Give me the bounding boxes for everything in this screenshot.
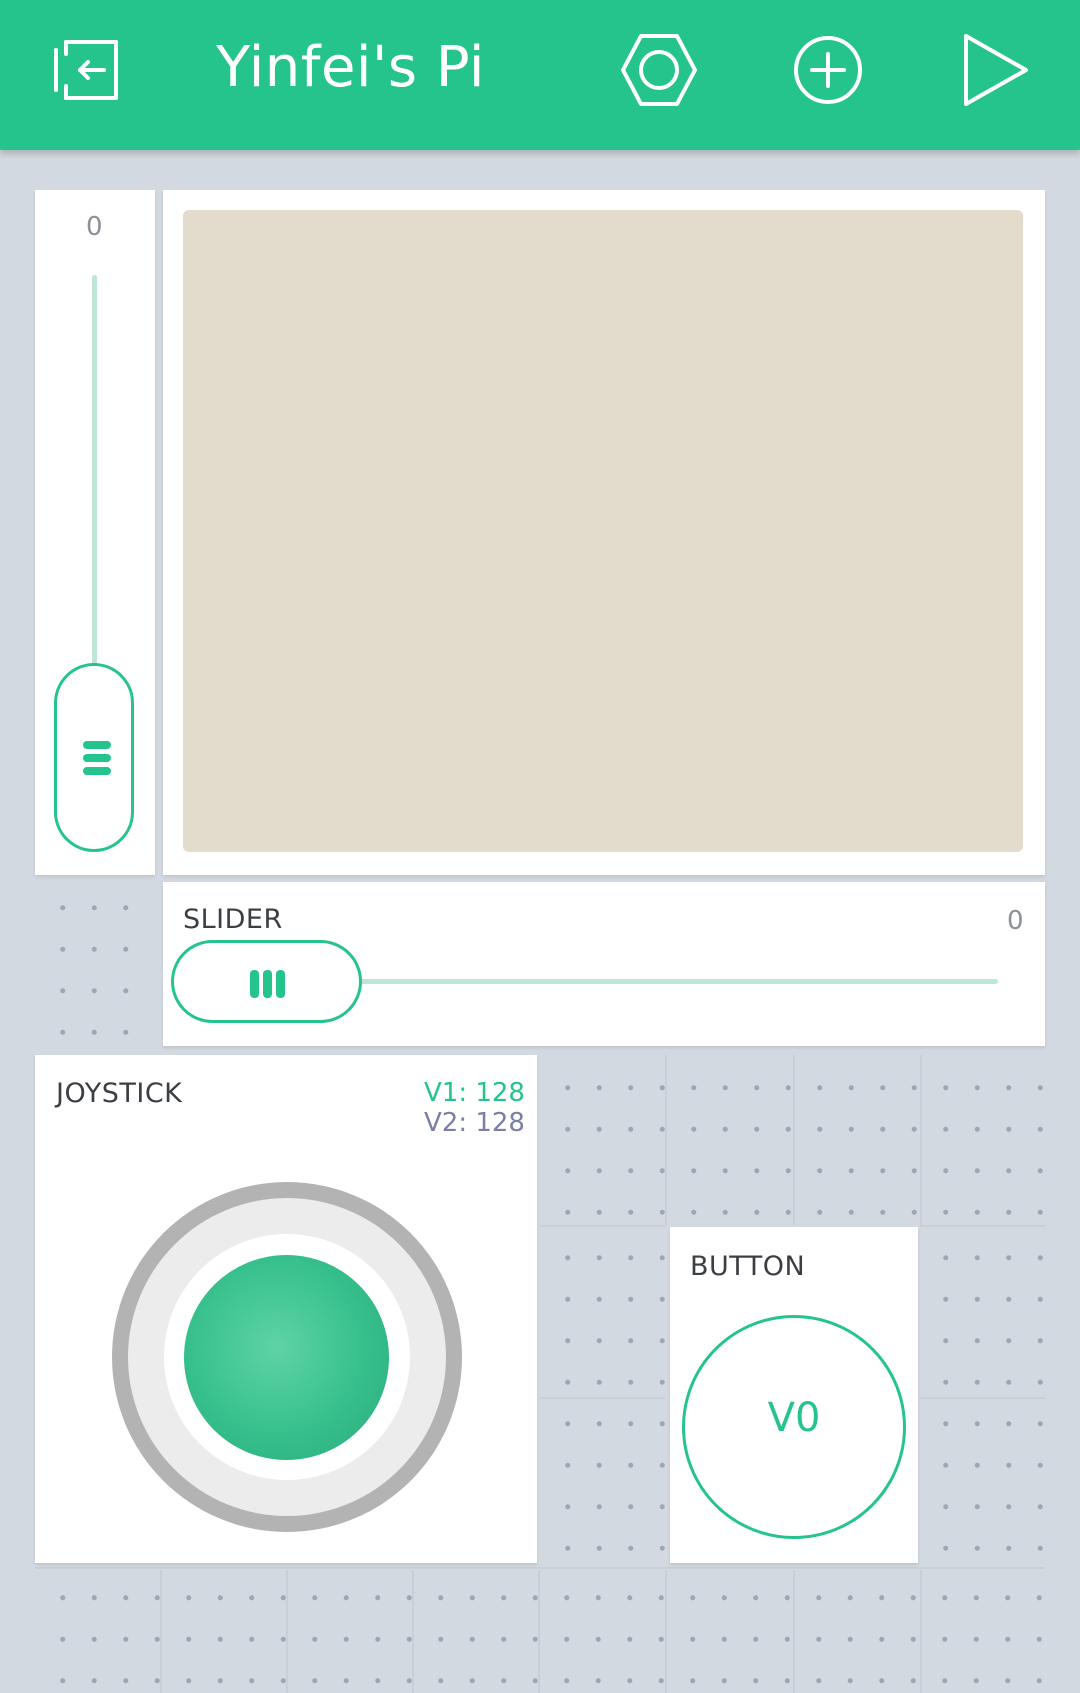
video-screen[interactable]: [183, 210, 1023, 852]
empty-grid-cell[interactable]: [35, 875, 153, 1040]
grid-divider: [920, 1570, 922, 1693]
grid-divider: [286, 1570, 288, 1693]
dashboard-canvas: Yinfei's Pi 0 SLIDER 0 JOYSTICK V1: 128 …: [0, 0, 1080, 1693]
grip-icon: [263, 970, 272, 998]
slider-track[interactable]: [358, 979, 998, 984]
grid-divider: [920, 1225, 1045, 1227]
grid-divider: [793, 1055, 795, 1225]
empty-grid-cell[interactable]: [35, 1565, 1045, 1693]
vertical-slider-value: 0: [86, 212, 103, 242]
grip-icon: [250, 970, 259, 998]
joystick-label: JOYSTICK: [56, 1078, 183, 1109]
grid-divider: [538, 1570, 540, 1693]
empty-grid-cell[interactable]: [918, 1225, 1045, 1565]
grid-divider: [412, 1570, 414, 1693]
grid-divider: [665, 1570, 667, 1693]
project-title: Yinfei's Pi: [216, 35, 485, 100]
vertical-slider-track[interactable]: [92, 275, 97, 665]
joystick-v1-value: V1: 128: [424, 1078, 525, 1108]
slider-label: SLIDER: [183, 904, 283, 935]
slider-handle[interactable]: [171, 940, 362, 1023]
grip-icon: [276, 970, 285, 998]
grid-divider: [540, 1397, 665, 1399]
grid-divider: [160, 1570, 162, 1693]
grid-divider: [540, 1225, 665, 1227]
button-pin-label: V0: [767, 1395, 821, 1441]
grid-divider: [35, 1567, 1045, 1569]
joystick-knob[interactable]: [184, 1255, 389, 1460]
plus-circle-icon[interactable]: [786, 28, 870, 112]
app-header: Yinfei's Pi: [0, 0, 1080, 150]
grid-divider: [920, 1397, 1045, 1399]
hex-nut-icon[interactable]: [617, 28, 701, 112]
slider-value: 0: [1007, 906, 1024, 936]
button-label: BUTTON: [690, 1251, 806, 1282]
vertical-slider-handle[interactable]: [54, 663, 134, 852]
grid-divider: [793, 1570, 795, 1693]
grid-divider: [920, 1055, 922, 1225]
grip-icon: [83, 767, 111, 775]
grip-icon: [83, 741, 111, 749]
exit-icon[interactable]: [44, 28, 128, 112]
grip-icon: [83, 754, 111, 762]
play-icon[interactable]: [956, 28, 1040, 112]
grid-divider: [665, 1055, 667, 1225]
joystick-v2-value: V2: 128: [424, 1108, 525, 1138]
empty-grid-cell[interactable]: [540, 1225, 665, 1565]
